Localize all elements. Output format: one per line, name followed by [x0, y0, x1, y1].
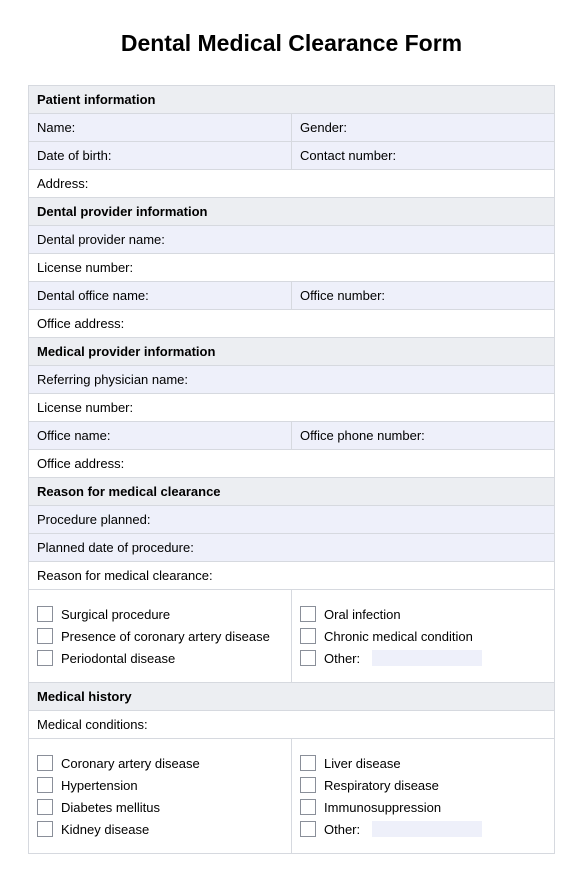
checkbox-icon[interactable] [300, 606, 316, 622]
check-label: Other: [324, 651, 360, 666]
check-cad[interactable]: Coronary artery disease [37, 755, 283, 771]
checkbox-icon[interactable] [37, 755, 53, 771]
field-physician-name[interactable]: Referring physician name: [29, 366, 555, 394]
check-label: Respiratory disease [324, 778, 439, 793]
checkbox-icon[interactable] [300, 799, 316, 815]
check-liver[interactable]: Liver disease [300, 755, 546, 771]
check-oral-infection[interactable]: Oral infection [300, 606, 546, 622]
check-label: Surgical procedure [61, 607, 170, 622]
field-dental-office-number[interactable]: Office number: [292, 282, 555, 310]
field-medical-office-phone[interactable]: Office phone number: [292, 422, 555, 450]
check-label: Oral infection [324, 607, 401, 622]
check-label: Presence of coronary artery disease [61, 629, 270, 644]
field-planned-date[interactable]: Planned date of procedure: [29, 534, 555, 562]
check-coronary-disease[interactable]: Presence of coronary artery disease [37, 628, 283, 644]
field-procedure-planned[interactable]: Procedure planned: [29, 506, 555, 534]
check-label: Chronic medical condition [324, 629, 473, 644]
field-address[interactable]: Address: [29, 170, 555, 198]
field-dental-provider-name[interactable]: Dental provider name: [29, 226, 555, 254]
checkbox-icon[interactable] [300, 650, 316, 666]
check-label: Liver disease [324, 756, 401, 771]
reason-checks-left: Surgical procedure Presence of coronary … [29, 590, 292, 683]
checkbox-icon[interactable] [37, 628, 53, 644]
check-other-history[interactable]: Other: [300, 821, 546, 837]
check-diabetes[interactable]: Diabetes mellitus [37, 799, 283, 815]
field-dental-license[interactable]: License number: [29, 254, 555, 282]
check-hypertension[interactable]: Hypertension [37, 777, 283, 793]
check-label: Kidney disease [61, 822, 149, 837]
check-label: Immunosuppression [324, 800, 441, 815]
clearance-form: Patient information Name: Gender: Date o… [28, 85, 555, 854]
section-medical-header: Medical provider information [29, 338, 555, 366]
check-periodontal[interactable]: Periodontal disease [37, 650, 283, 666]
field-dob[interactable]: Date of birth: [29, 142, 292, 170]
check-label: Diabetes mellitus [61, 800, 160, 815]
section-reason-header: Reason for medical clearance [29, 478, 555, 506]
checkbox-icon[interactable] [37, 777, 53, 793]
check-respiratory[interactable]: Respiratory disease [300, 777, 546, 793]
check-immunosuppression[interactable]: Immunosuppression [300, 799, 546, 815]
check-chronic-condition[interactable]: Chronic medical condition [300, 628, 546, 644]
field-dental-office-name[interactable]: Dental office name: [29, 282, 292, 310]
field-medical-license[interactable]: License number: [29, 394, 555, 422]
field-gender[interactable]: Gender: [292, 114, 555, 142]
check-kidney[interactable]: Kidney disease [37, 821, 283, 837]
check-label: Other: [324, 822, 360, 837]
field-contact[interactable]: Contact number: [292, 142, 555, 170]
field-name[interactable]: Name: [29, 114, 292, 142]
history-checks-right: Liver disease Respiratory disease Immuno… [292, 739, 555, 854]
checkbox-icon[interactable] [300, 777, 316, 793]
checkbox-icon[interactable] [300, 821, 316, 837]
check-label: Periodontal disease [61, 651, 175, 666]
field-reason-label: Reason for medical clearance: [29, 562, 555, 590]
section-patient-header: Patient information [29, 86, 555, 114]
checkbox-icon[interactable] [37, 606, 53, 622]
field-dental-office-address[interactable]: Office address: [29, 310, 555, 338]
field-medical-office-name[interactable]: Office name: [29, 422, 292, 450]
checkbox-icon[interactable] [37, 650, 53, 666]
check-other-reason[interactable]: Other: [300, 650, 546, 666]
check-label: Hypertension [61, 778, 138, 793]
checkbox-icon[interactable] [37, 799, 53, 815]
checkbox-icon[interactable] [300, 628, 316, 644]
history-checks-left: Coronary artery disease Hypertension Dia… [29, 739, 292, 854]
section-dental-header: Dental provider information [29, 198, 555, 226]
checkbox-icon[interactable] [37, 821, 53, 837]
reason-checks-right: Oral infection Chronic medical condition… [292, 590, 555, 683]
other-reason-input[interactable] [372, 650, 482, 666]
section-history-header: Medical history [29, 683, 555, 711]
page-title: Dental Medical Clearance Form [28, 30, 555, 57]
other-history-input[interactable] [372, 821, 482, 837]
check-surgical-procedure[interactable]: Surgical procedure [37, 606, 283, 622]
field-medical-office-address[interactable]: Office address: [29, 450, 555, 478]
check-label: Coronary artery disease [61, 756, 200, 771]
field-conditions-label: Medical conditions: [29, 711, 555, 739]
checkbox-icon[interactable] [300, 755, 316, 771]
